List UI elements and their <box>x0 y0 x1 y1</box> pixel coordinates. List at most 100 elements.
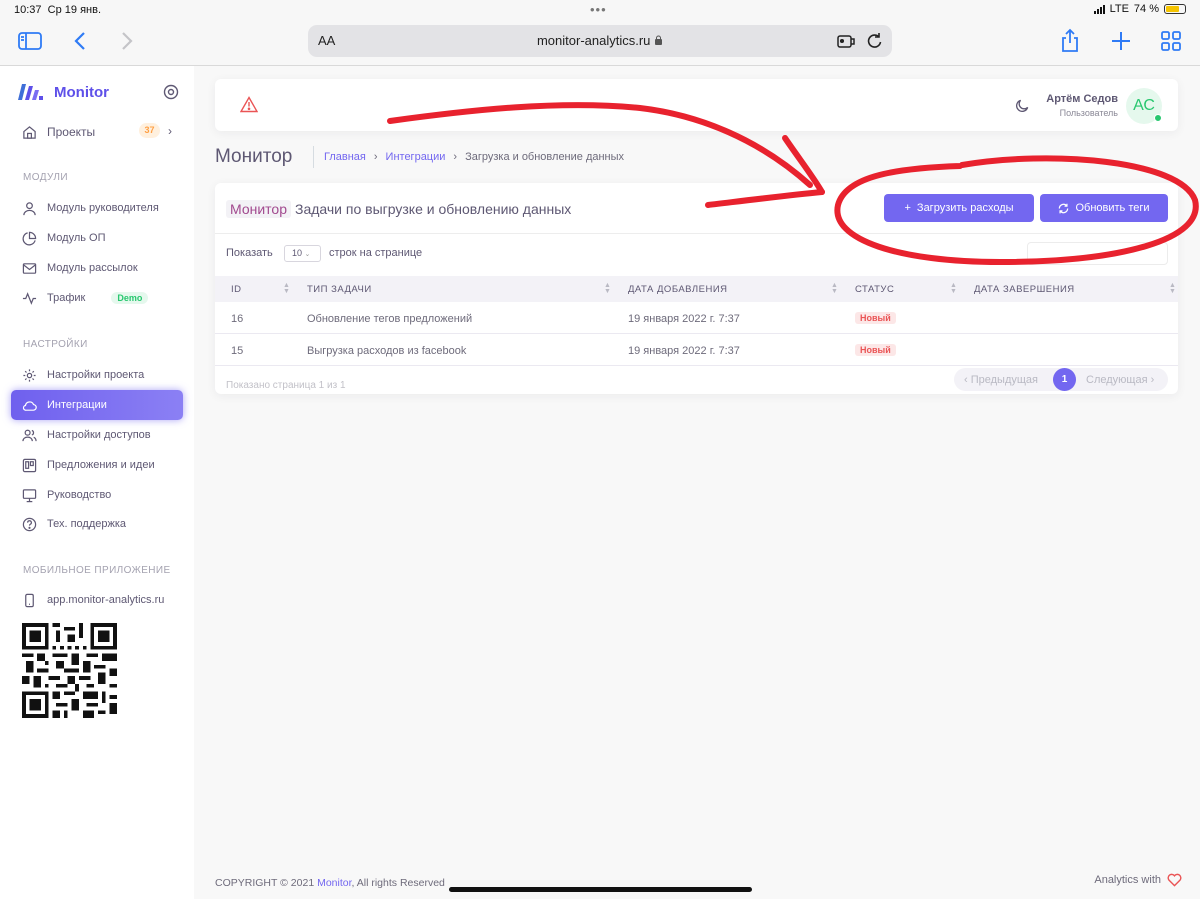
refresh-icon <box>1059 203 1069 213</box>
sidebar-item-label: Модуль руководителя <box>47 202 159 214</box>
sidebar-item-label: app.monitor-analytics.ru <box>47 594 165 606</box>
sidebar-item-integrations[interactable]: Интеграции <box>22 395 107 415</box>
user-name[interactable]: Артём Седов <box>1046 93 1118 105</box>
status-badge: Новый <box>855 344 896 356</box>
sort-icon[interactable]: ▲ ▼ <box>831 282 838 295</box>
sidebar-toggle-icon[interactable] <box>17 28 43 54</box>
cloud-icon <box>22 400 37 411</box>
sidebar-item-label: Трафик <box>47 292 86 304</box>
sidebar-item-mailing-module[interactable]: Модуль рассылок <box>22 258 138 278</box>
table-header: ID ▲ ▼ ТИП ЗАДАЧИ ▲ ▼ ДАТА ДОБАВЛЕНИЯ ▲ ▼ С… <box>215 276 1178 302</box>
sidebar-item-label: Настройки проекта <box>47 369 145 381</box>
chevron-down-icon: ⌄ <box>304 251 311 258</box>
divider <box>215 233 1178 234</box>
pagination-page-1[interactable]: 1 <box>1053 368 1076 391</box>
sidebar-item-label: Предложения и идеи <box>47 459 155 471</box>
upload-expenses-button[interactable]: + Загрузить расходы <box>884 194 1034 222</box>
cell-type: Выгрузка расходов из facebook <box>307 345 467 357</box>
brand-name: Monitor <box>54 83 109 101</box>
battery-icon <box>1164 4 1186 14</box>
mail-icon <box>22 262 37 274</box>
sidebar-item-support[interactable]: Тех. поддержка <box>22 514 126 534</box>
brand-logo[interactable]: Monitor <box>16 82 109 102</box>
status-indicators: LTE 74 % <box>1093 3 1186 15</box>
sort-icon[interactable]: ▲ ▼ <box>950 282 957 295</box>
refresh-tags-button[interactable]: Обновить теги <box>1040 194 1168 222</box>
extension-icon[interactable] <box>836 31 856 51</box>
chevron-right-icon[interactable]: › <box>168 124 172 138</box>
monitor-icon <box>22 488 37 502</box>
sidebar-item-label: Интеграции <box>47 399 107 411</box>
sidebar-item-label: Модуль рассылок <box>47 262 138 274</box>
footer-brand-link[interactable]: Monitor <box>317 877 351 889</box>
cell-added: 19 января 2022 г. 7:37 <box>628 313 740 325</box>
multitask-dots-icon[interactable]: ••• <box>590 2 607 17</box>
address-bar[interactable]: AA monitor-analytics.ru <box>308 25 892 57</box>
lock-icon <box>655 35 663 45</box>
rows-per-page-label: строк на странице <box>329 247 423 259</box>
column-header-added[interactable]: ДАТА ДОБАВЛЕНИЯ <box>628 284 728 295</box>
sidebar-item-traffic[interactable]: Трафик Demo <box>22 288 149 308</box>
sort-icon[interactable]: ▲ ▼ <box>283 282 290 295</box>
cell-type: Обновление тегов предложений <box>307 313 473 325</box>
demo-badge: Demo <box>111 292 149 304</box>
collapse-sidebar-icon[interactable] <box>163 84 179 100</box>
sidebar-item-ideas[interactable]: Предложения и идеи <box>22 455 155 475</box>
sidebar-item-label: Проекты <box>47 125 96 139</box>
sidebar-item-mobile-app[interactable]: app.monitor-analytics.ru <box>22 590 164 610</box>
sidebar-item-label: Модуль ОП <box>47 232 106 244</box>
column-header-status[interactable]: СТАТУС <box>855 284 894 295</box>
breadcrumb: Главная › Интеграции › Загрузка и обновл… <box>313 146 624 168</box>
browser-toolbar: AA monitor-analytics.ru <box>0 20 1200 66</box>
forward-arrow-icon[interactable] <box>113 28 139 54</box>
chevron-right-icon: › <box>373 151 378 163</box>
column-header-type[interactable]: ТИП ЗАДАЧИ <box>307 284 372 295</box>
home-indicator <box>449 887 752 892</box>
sidebar-item-guide[interactable]: Руководство <box>22 485 111 505</box>
ios-status-bar: 10:37 Ср 19 янв. ••• LTE 74 % <box>0 0 1200 20</box>
table-row[interactable]: 15 Выгрузка расходов из facebook 19 янва… <box>215 335 1178 366</box>
share-icon[interactable] <box>1057 28 1083 54</box>
button-label: Обновить теги <box>1075 202 1150 214</box>
breadcrumb-home[interactable]: Главная <box>324 151 366 163</box>
pie-chart-icon <box>22 231 37 245</box>
section-label-modules: МОДУЛИ <box>23 172 68 183</box>
search-input[interactable] <box>1027 242 1168 265</box>
top-navbar: Артём Седов Пользователь АС <box>215 79 1178 131</box>
back-arrow-icon[interactable] <box>68 28 94 54</box>
activity-icon <box>22 291 37 305</box>
moon-icon[interactable] <box>1015 98 1030 113</box>
pagination-prev[interactable]: ‹ Предыдущая <box>964 374 1038 386</box>
cell-added: 19 января 2022 г. 7:37 <box>628 345 740 357</box>
column-header-completed[interactable]: ДАТА ЗАВЕРШЕНИЯ <box>974 284 1075 295</box>
page-length-select[interactable]: 10 ⌄ <box>284 245 321 262</box>
battery-percent: 74 % <box>1133 3 1159 15</box>
sidebar-item-access-settings[interactable]: Настройки доступов <box>22 425 151 445</box>
card-title-text: Задачи по выгрузке и обновлению данных <box>294 201 572 217</box>
pagination-next[interactable]: Следующая › <box>1086 374 1154 386</box>
reload-icon[interactable] <box>864 31 884 51</box>
sort-icon[interactable]: ▲ ▼ <box>1169 282 1176 295</box>
help-circle-icon <box>22 517 37 531</box>
sidebar-item-label: Тех. поддержка <box>47 518 127 530</box>
sort-icon[interactable]: ▲ ▼ <box>604 282 611 295</box>
tab-overview-icon[interactable] <box>1158 28 1184 54</box>
breadcrumb-integrations[interactable]: Интеграции <box>386 151 446 163</box>
users-icon <box>22 429 37 441</box>
column-header-id[interactable]: ID <box>231 284 242 295</box>
sidebar-item-manager-module[interactable]: Модуль руководителя <box>22 198 159 218</box>
section-label-mobile: МОБИЛЬНОЕ ПРИЛОЖЕНИЕ <box>23 565 171 576</box>
footer-copyright: COPYRIGHT © 2021 Monitor, All rights Res… <box>215 877 445 889</box>
table-row[interactable]: 16 Обновление тегов предложений 19 январ… <box>215 303 1178 334</box>
qr-code-icon <box>22 623 117 718</box>
sidebar-item-projects[interactable]: Проекты <box>22 122 95 142</box>
sidebar-item-project-settings[interactable]: Настройки проекта <box>22 365 144 385</box>
page-title: Монитор <box>215 146 293 167</box>
sidebar-item-sales-module[interactable]: Модуль ОП <box>22 228 106 248</box>
alert-triangle-icon[interactable] <box>240 96 258 113</box>
plus-icon: + <box>904 202 911 214</box>
status-badge: Новый <box>855 312 896 324</box>
chevron-right-icon: › <box>453 151 458 163</box>
sidebar-item-label: Руководство <box>47 489 112 501</box>
new-tab-plus-icon[interactable] <box>1108 28 1134 54</box>
